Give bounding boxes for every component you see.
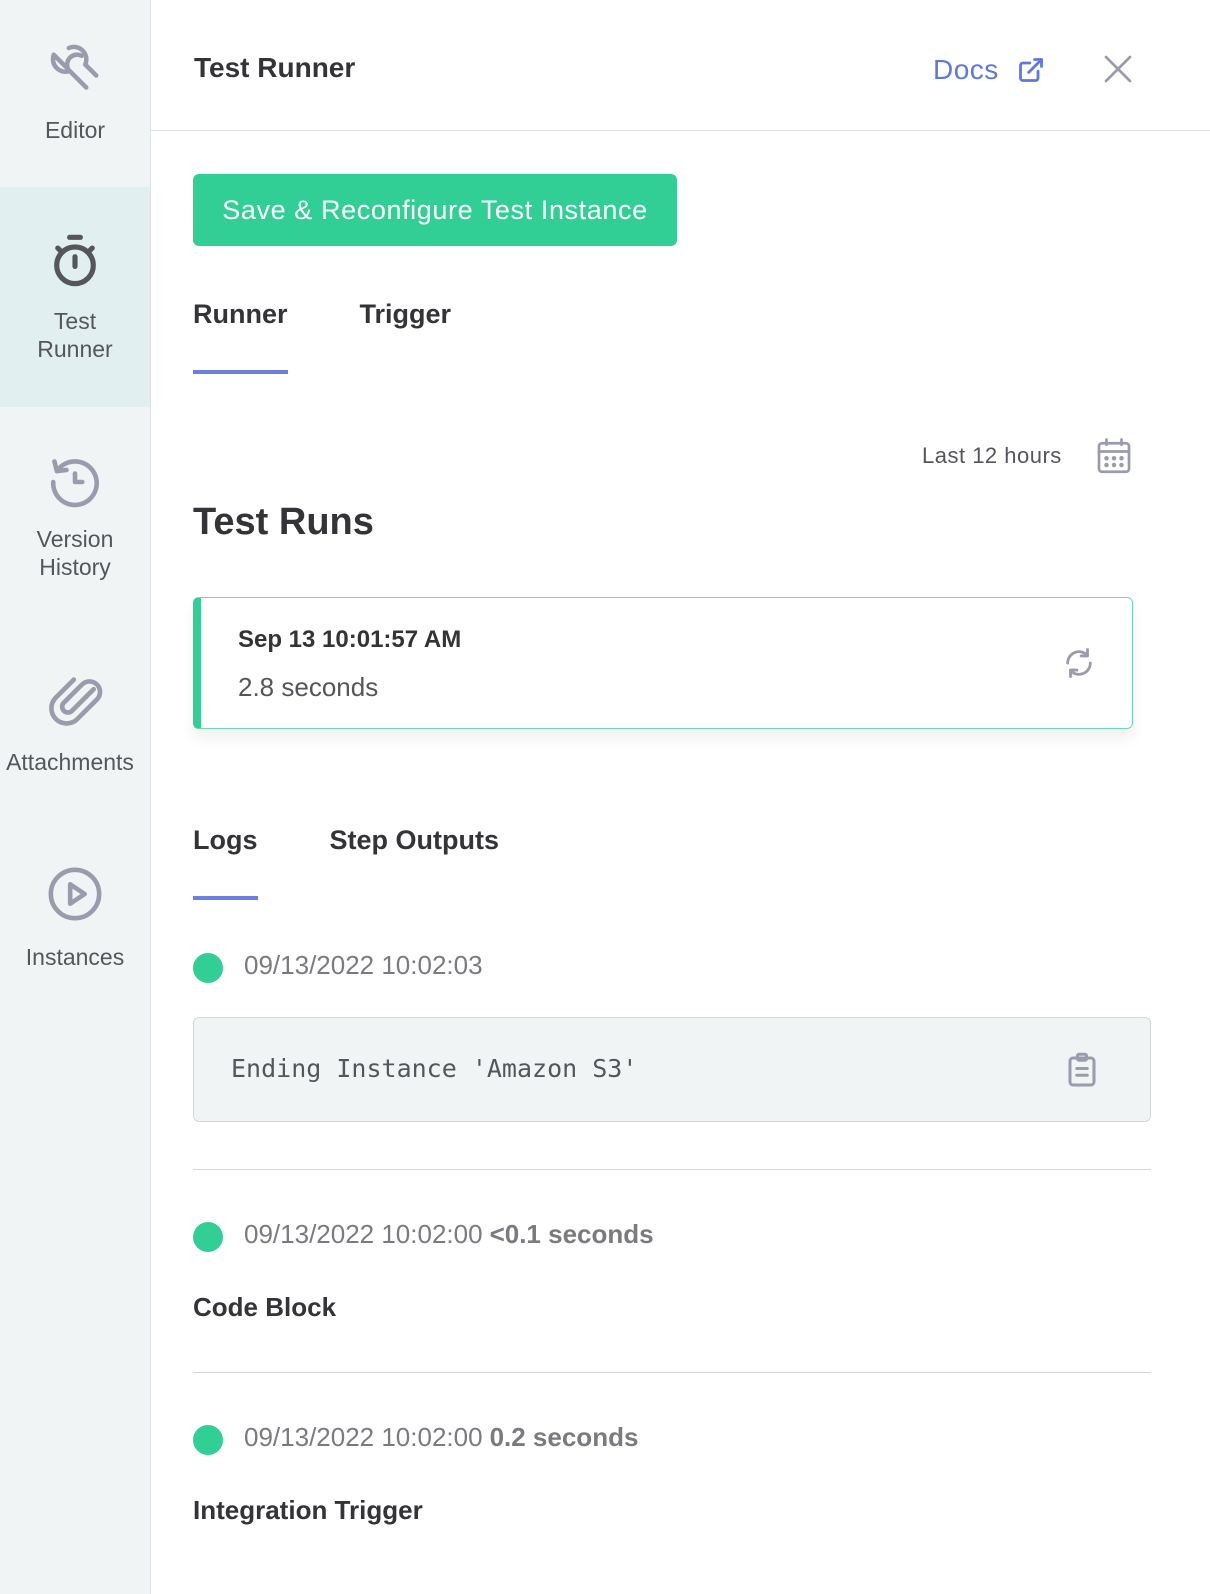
log-duration: <0.1 seconds xyxy=(489,1218,654,1249)
sidebar-item-attachments[interactable]: Attachments xyxy=(0,622,150,792)
panel-header: Test Runner Docs xyxy=(151,0,1210,131)
wrench-icon xyxy=(50,44,99,90)
log-duration: 0.2 seconds xyxy=(489,1421,639,1452)
tab-runner[interactable]: Runner xyxy=(193,299,288,374)
clipboard-icon[interactable] xyxy=(1066,1052,1098,1088)
history-icon xyxy=(50,459,99,508)
status-success-dot xyxy=(193,953,223,983)
sidebar-item-version-history[interactable]: Version History xyxy=(0,407,150,622)
sidebar-item-label: Instances xyxy=(25,944,125,970)
log-step-name: Code Block xyxy=(193,1292,337,1322)
calendar-icon xyxy=(1097,438,1131,474)
save-reconfigure-button[interactable]: Save & Reconfigure Test Instance xyxy=(193,174,677,246)
sidebar-item-label: Attachments xyxy=(6,749,134,775)
external-link-icon xyxy=(1018,58,1043,82)
docs-link[interactable]: Docs xyxy=(933,54,1045,86)
log-divider xyxy=(193,1372,1151,1373)
sidebar-item-instances[interactable]: Instances xyxy=(0,792,150,992)
test-run-card[interactable]: Sep 13 10:01:57 AM 2.8 seconds xyxy=(193,597,1133,729)
sidebar-item-test-runner[interactable]: Test Runner xyxy=(0,187,150,407)
stopwatch-icon xyxy=(54,234,96,287)
log-tabs: Logs Step Outputs xyxy=(193,825,571,900)
status-success-dot xyxy=(193,1222,223,1252)
sidebar-item-label: Editor xyxy=(44,117,106,143)
log-entry: 09/13/2022 10:02:00 <0.1 seconds Code Bl… xyxy=(193,1216,1151,1323)
sidebar-item-label: Test xyxy=(53,308,97,334)
test-runs-heading: Test Runs xyxy=(193,501,374,543)
log-timestamp: 09/13/2022 10:02:00 xyxy=(244,1421,483,1452)
paperclip-icon xyxy=(49,677,103,726)
tab-trigger[interactable]: Trigger xyxy=(360,299,452,374)
docs-label: Docs xyxy=(933,54,999,85)
runner-tabs: Runner Trigger xyxy=(193,299,523,374)
sidebar-item-label: History xyxy=(39,554,111,580)
log-message-box: Ending Instance 'Amazon S3' xyxy=(193,1017,1151,1122)
time-range-filter[interactable]: Last 12 hours xyxy=(922,437,1132,475)
status-success-dot xyxy=(193,1425,223,1455)
log-timestamp: 09/13/2022 10:02:03 xyxy=(244,949,483,980)
sidebar-item-editor[interactable]: Editor xyxy=(0,0,150,187)
tab-logs[interactable]: Logs xyxy=(193,825,258,900)
run-date: Sep 13 10:01:57 AM xyxy=(238,626,462,653)
refresh-icon[interactable] xyxy=(1062,646,1096,680)
page-title: Test Runner xyxy=(194,52,356,83)
sidebar-item-label: Runner xyxy=(37,336,113,362)
log-entry: 09/13/2022 10:02:03 Ending Instance 'Ama… xyxy=(193,947,1151,1122)
time-range-label: Last 12 hours xyxy=(922,443,1062,468)
tab-step-outputs[interactable]: Step Outputs xyxy=(330,825,500,900)
log-timestamp: 09/13/2022 10:02:00 xyxy=(244,1218,483,1249)
play-circle-icon xyxy=(48,867,102,921)
run-duration: 2.8 seconds xyxy=(238,672,379,702)
sidebar-item-label: Version xyxy=(36,526,114,552)
close-icon[interactable] xyxy=(1102,53,1134,85)
log-message: Ending Instance 'Amazon S3' xyxy=(231,1054,638,1083)
sidebar: Editor Test Runner Version History Attac… xyxy=(0,0,151,1594)
log-divider xyxy=(193,1169,1151,1170)
log-step-name: Integration Trigger xyxy=(193,1495,423,1525)
log-entry: 09/13/2022 10:02:00 0.2 seconds Integrat… xyxy=(193,1419,1151,1526)
